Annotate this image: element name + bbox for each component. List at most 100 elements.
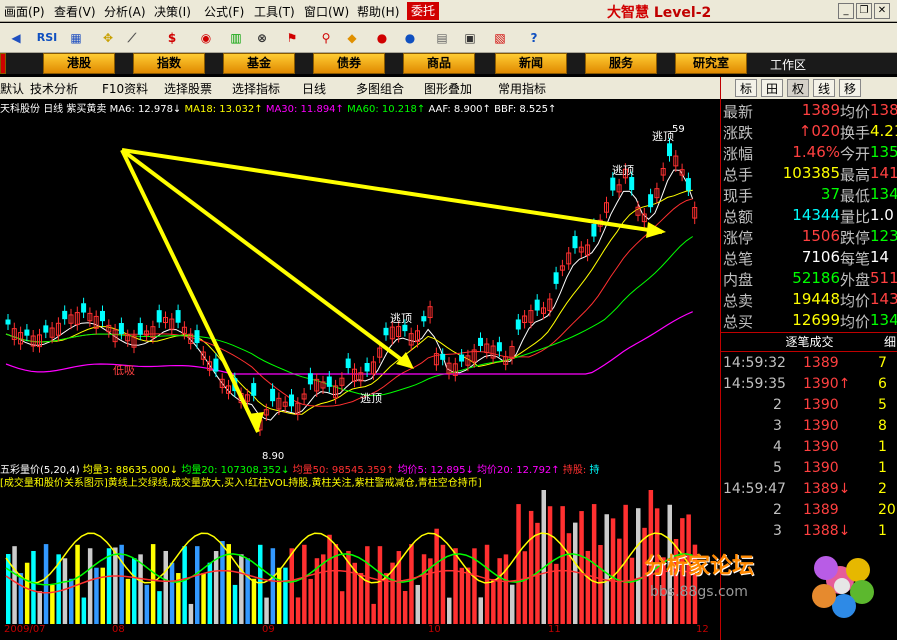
bars-icon[interactable]: ▥ [226, 28, 246, 48]
back-icon[interactable]: ◀ [6, 28, 26, 48]
menu-window[interactable]: 窗口(W) [304, 3, 349, 20]
volume-bar [528, 510, 534, 624]
quote-value: 19448 [792, 290, 840, 308]
quote-label: 总额 [723, 208, 754, 226]
quote-row: 总买 12699 均价 134 [723, 311, 897, 332]
workarea-label[interactable]: 工作区 [770, 56, 806, 73]
candle-body [440, 353, 446, 360]
disc-icon[interactable]: ● [372, 28, 392, 48]
tab-grid[interactable]: 田 [761, 79, 783, 97]
menu-trade[interactable]: 委托 [407, 2, 439, 20]
candle-body [534, 299, 540, 311]
volume-bar [598, 545, 603, 624]
brand-logo: 大智慧 Level-2 [607, 2, 711, 22]
default-button[interactable]: 默认 [0, 80, 24, 97]
menu-screen[interactable]: 画面(P) [4, 3, 45, 20]
close-icon[interactable]: ✕ [874, 3, 890, 19]
tick-time: 3 [773, 418, 782, 434]
rsi-icon[interactable]: RSI [34, 28, 60, 48]
quote-row: 涨停 1506 跌停 123 [723, 227, 897, 248]
tab-move[interactable]: 移 [839, 79, 861, 97]
volume-bar [573, 522, 578, 624]
restore-icon[interactable]: ❐ [856, 3, 872, 19]
quote-value: 1389 [801, 101, 840, 119]
quote-row: 涨幅 1.46% 今开 135 [723, 143, 897, 164]
volume-bar [6, 554, 11, 624]
tab-rights[interactable]: 权 [787, 79, 809, 97]
menu-analyze[interactable]: 分析(A) [104, 3, 146, 20]
tab-service[interactable]: 服务 [585, 53, 657, 74]
tab-hk-stock[interactable]: 港股 [43, 53, 115, 74]
binoculars-icon[interactable]: ⊗ [252, 28, 272, 48]
tab-mark[interactable]: 标 [735, 79, 757, 97]
quote-label-2: 均价 [840, 103, 871, 121]
volume-bar [560, 506, 565, 624]
menu-help[interactable]: 帮助(H) [357, 3, 399, 20]
ball-icon[interactable]: ● [400, 28, 420, 48]
quote-value-2: 135 [870, 143, 897, 161]
volume-bar [251, 578, 257, 624]
ma60-line [5, 236, 693, 397]
window-icon[interactable]: ▣ [460, 28, 480, 48]
volume-info-line: 五彩量价(5,20,4) 均量3: 88635.000↓ 均量20: 10730… [0, 461, 720, 476]
volume-bar [629, 557, 635, 624]
brand-level: Level-2 [653, 5, 712, 21]
tab-research[interactable]: 研究室 [675, 53, 747, 74]
tab-commodity[interactable]: 商品 [403, 53, 475, 74]
ticks-detail-tab[interactable]: 细 [884, 333, 896, 351]
diamond-icon[interactable]: ◆ [342, 28, 362, 48]
quote-row: 涨跌 ↑020换手4.21 [723, 122, 897, 143]
tab-index[interactable]: 指数 [133, 53, 205, 74]
tab-fund[interactable]: 基金 [223, 53, 295, 74]
overlay-button[interactable]: 图形叠加 [424, 80, 472, 97]
multi-chart-button[interactable]: 多图组合 [356, 80, 404, 97]
quote-value: 1.46% [792, 143, 840, 161]
menu-tools[interactable]: 工具(T) [254, 3, 295, 20]
volume-bar [106, 548, 112, 624]
help-icon[interactable]: ? [524, 28, 544, 48]
tab-line[interactable]: 线 [813, 79, 835, 97]
common-indicator-button[interactable]: 常用指标 [498, 80, 546, 97]
high-price-label: 59 [672, 124, 685, 135]
annotation-taoding-1: 逃顶 [390, 312, 412, 325]
menu-view[interactable]: 查看(V) [54, 3, 96, 20]
pin-icon[interactable]: ⚲ [316, 28, 336, 48]
tech-analysis-button[interactable]: 技术分析 [30, 80, 78, 97]
move-icon[interactable]: ✥ [98, 28, 118, 48]
volume-bar [421, 554, 427, 624]
menu-decide[interactable]: 决策(I) [154, 3, 191, 20]
volume-bar [516, 504, 521, 624]
period-daily-button[interactable]: 日线 [302, 80, 326, 97]
quote-label: 涨停 [723, 229, 754, 247]
minimize-icon[interactable]: _ [838, 3, 854, 19]
annotation-taoding-4: 逃顶 [652, 130, 674, 143]
quote-label: 最新 [723, 103, 754, 121]
tick-row: 14:59:35 1390↑ 6 [723, 376, 897, 397]
candle-body [213, 358, 219, 372]
quote-value: 37 [820, 185, 840, 203]
tick-row: 14:59:32 1389 7 [723, 355, 897, 376]
select-stock-button[interactable]: 选择股票 [164, 80, 212, 97]
menu-formula[interactable]: 公式(F) [204, 3, 244, 20]
candlestick-chart[interactable]: 低吸 逃顶 逃顶 逃顶 逃顶 8.90 59 [0, 114, 720, 459]
tab-news[interactable]: 新闻 [495, 53, 567, 74]
volume-bar [459, 567, 465, 624]
quote-value: 14344 [792, 206, 840, 224]
volume-bar [239, 554, 244, 624]
quote-value-2: 1.0 [870, 206, 894, 224]
book-icon[interactable]: ▤ [432, 28, 452, 48]
tab-bond[interactable]: 债券 [313, 53, 385, 74]
f10-button[interactable]: F10资料 [102, 80, 148, 97]
arrow-to-high [121, 148, 663, 234]
candle-body [496, 342, 502, 352]
eye-icon[interactable]: ◉ [196, 28, 216, 48]
ruler-icon[interactable]: ⟋ [122, 28, 142, 48]
select-indicator-button[interactable]: 选择指标 [232, 80, 280, 97]
dollar-icon[interactable]: $ [162, 28, 182, 48]
volume-chart[interactable] [0, 488, 720, 624]
grid-icon[interactable]: ▦ [66, 28, 86, 48]
flag-icon[interactable]: ⚑ [282, 28, 302, 48]
tick-time: 2 [773, 502, 782, 518]
quote-label: 现手 [723, 187, 754, 205]
panel-icon[interactable]: ▧ [490, 28, 510, 48]
